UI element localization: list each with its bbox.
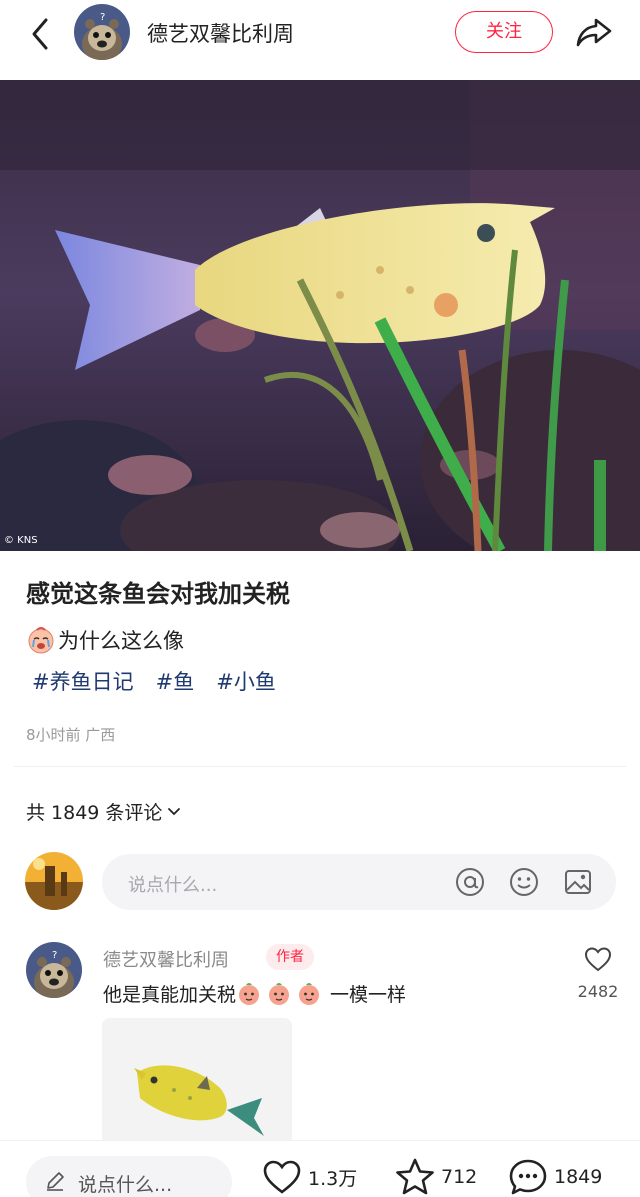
author-name[interactable]: 德艺双馨比利周 <box>147 18 294 48</box>
author-avatar[interactable]: ? <box>74 4 130 60</box>
peach-face-emoji-icon <box>299 983 320 1005</box>
back-arrow-icon[interactable] <box>22 14 58 54</box>
comment-count: 1849 <box>554 1166 603 1188</box>
tag-list: #养鱼日记 #鱼 #小鱼 <box>32 666 276 696</box>
pencil-icon <box>47 1172 64 1191</box>
note-title: 感觉这条鱼会对我加关税 <box>26 580 290 608</box>
mention-icon[interactable] <box>454 866 486 898</box>
note-description-text: 为什么这么像 <box>58 629 184 653</box>
peach-face-emoji-icon <box>269 983 290 1005</box>
bottom-comment-input[interactable]: 说点什么... <box>26 1156 232 1197</box>
bottom-action-bar: 说点什么... 1.3万 712 1849 <box>0 1140 640 1197</box>
star-icon <box>396 1158 434 1195</box>
divider <box>14 766 626 767</box>
comment-input[interactable]: 说点什么... <box>102 854 616 910</box>
note-description: 为什么这么像 <box>26 624 184 656</box>
commenter-avatar[interactable]: ? <box>26 942 82 998</box>
tag-link[interactable]: #小鱼 <box>216 666 276 696</box>
emoji-icon[interactable] <box>508 866 540 898</box>
current-user-avatar <box>25 852 83 910</box>
comment-text-prefix: 他是真能加关税 <box>103 983 237 1006</box>
comment-like-count: 2482 <box>577 982 619 1001</box>
like-button[interactable]: 1.3万 <box>262 1157 357 1197</box>
favorite-button[interactable]: 712 <box>395 1157 477 1197</box>
svg-text:?: ? <box>52 950 57 961</box>
image-upload-icon[interactable] <box>562 866 594 898</box>
chevron-down-icon <box>168 807 181 815</box>
comment-author-name[interactable]: 德艺双馨比利周 <box>103 946 229 972</box>
comment-text-suffix: 一模一样 <box>330 983 407 1006</box>
comment-bubble-icon <box>509 1159 547 1195</box>
favorite-count: 712 <box>441 1166 478 1188</box>
comment-image[interactable] <box>102 1018 292 1148</box>
comment-count-toggle[interactable]: 共 1849 条评论 <box>26 798 182 825</box>
post-time-location: 8小时前 广西 <box>26 726 116 744</box>
bottom-input-placeholder: 说点什么... <box>78 1174 173 1196</box>
image-watermark: © KNS <box>4 535 38 546</box>
comment-input-placeholder: 说点什么... <box>128 875 218 896</box>
comment-button[interactable]: 1849 <box>508 1157 602 1197</box>
comment-count-label: 共 1849 条评论 <box>26 802 163 824</box>
note-image[interactable] <box>0 80 640 551</box>
follow-button[interactable]: 关注 <box>455 11 553 53</box>
heart-icon[interactable] <box>583 944 613 974</box>
tag-link[interactable]: #养鱼日记 <box>32 666 134 696</box>
svg-text:?: ? <box>100 12 105 23</box>
comment-text: 他是真能加关税 一模一样 <box>103 978 406 1008</box>
peach-face-emoji-icon <box>239 983 260 1005</box>
heart-icon <box>263 1160 301 1194</box>
tag-link[interactable]: #鱼 <box>156 666 195 696</box>
top-bar: ? 德艺双馨比利周 关注 <box>0 0 640 78</box>
like-count: 1.3万 <box>308 1167 358 1190</box>
crying-face-icon <box>28 627 54 654</box>
share-icon[interactable] <box>574 12 614 52</box>
author-badge: 作者 <box>266 944 314 970</box>
